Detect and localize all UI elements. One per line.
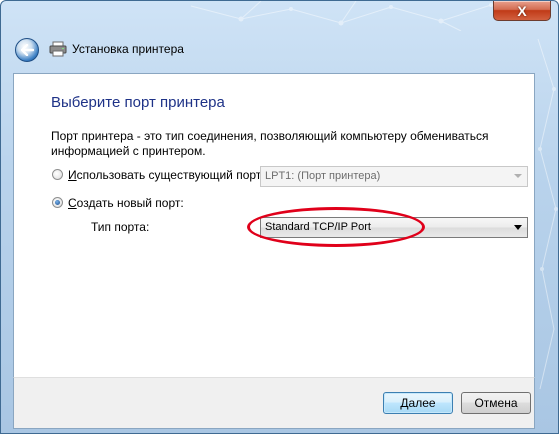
existing-port-select: LPT1: (Порт принтера) xyxy=(260,166,528,187)
port-type-select[interactable]: Standard TCP/IP Port xyxy=(260,217,528,238)
page-heading: Выберите порт принтера xyxy=(51,94,225,111)
window-title: Установка принтера xyxy=(72,42,184,56)
create-new-port-label[interactable]: Создать новый порт: xyxy=(68,196,184,210)
back-button[interactable] xyxy=(15,38,39,62)
use-existing-port-radio[interactable] xyxy=(52,169,63,180)
page-description: Порт принтера - это тип соединения, позв… xyxy=(51,129,489,158)
cancel-button[interactable]: Отмена xyxy=(461,392,531,414)
close-icon: X xyxy=(517,2,527,19)
chevron-down-icon xyxy=(514,225,522,230)
printer-icon xyxy=(49,41,67,57)
port-type-value: Standard TCP/IP Port xyxy=(265,221,371,233)
chevron-down-icon xyxy=(514,174,522,178)
use-existing-port-label[interactable]: Использовать существующий порт: xyxy=(68,168,265,182)
printer-setup-window: X Установка принтера Выберите порт принт… xyxy=(0,0,559,434)
back-arrow-icon xyxy=(20,44,34,56)
port-type-label: Тип порта: xyxy=(91,220,150,234)
close-button[interactable]: X xyxy=(493,1,551,21)
side-decoration xyxy=(537,38,558,390)
wizard-footer: Далее Отмена xyxy=(13,377,535,429)
wizard-content: Выберите порт принтера Порт принтера - э… xyxy=(13,73,535,378)
create-new-port-radio[interactable] xyxy=(52,197,63,208)
existing-port-value: LPT1: (Порт принтера) xyxy=(265,170,381,182)
next-button[interactable]: Далее xyxy=(383,392,453,414)
